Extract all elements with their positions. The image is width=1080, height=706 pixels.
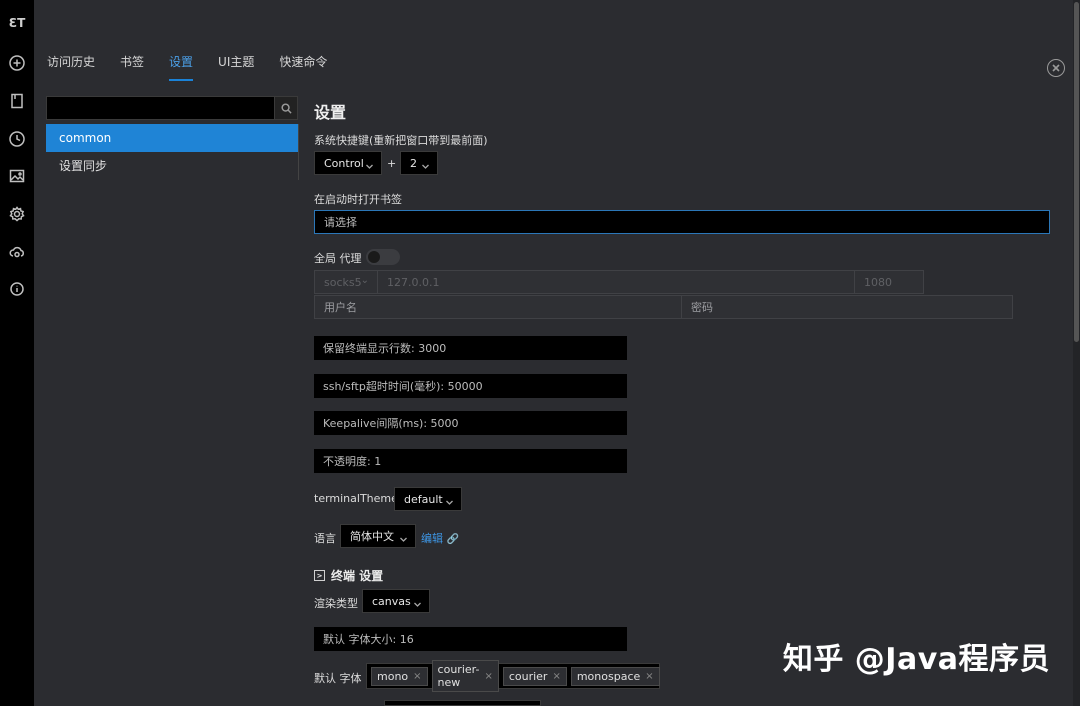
language-select[interactable]: 简体中文	[340, 524, 416, 548]
terminal-settings-title: 终端 设置	[331, 569, 384, 583]
render-type-value: canvas	[372, 594, 411, 608]
logo-icon[interactable]: ƐT	[8, 14, 26, 32]
proxy-label: 全局 代理	[314, 252, 362, 265]
cloud-sync-icon[interactable]	[8, 243, 26, 261]
tab-history[interactable]: 访问历史	[47, 53, 95, 81]
tab-ui-theme[interactable]: UI主题	[218, 53, 254, 81]
chevron-down-icon	[400, 533, 407, 542]
opacity-input[interactable]: 不透明度: 1	[314, 449, 627, 473]
tab-settings[interactable]: 设置	[169, 53, 194, 81]
add-icon[interactable]	[8, 54, 26, 72]
search-input[interactable]	[46, 96, 298, 120]
hotkey-key-value: 2	[410, 156, 417, 170]
tab-bar: 访问历史 书签 设置 UI主题 快速命令	[47, 53, 352, 81]
proxy-type-select[interactable]: socks5 ⌄	[314, 270, 378, 294]
page-title: 设置	[314, 103, 347, 122]
timeout-input[interactable]: ssh/sftp超时时间(毫秒): 50000	[314, 374, 627, 398]
scrollbar-thumb[interactable]	[1074, 2, 1079, 342]
terminal-theme-label: terminalTheme	[314, 492, 398, 505]
settings-icon[interactable]	[8, 205, 26, 223]
logo-text: ƐT	[8, 16, 26, 30]
keepalive-input[interactable]: Keepalive间隔(ms): 5000	[314, 411, 627, 435]
proxy-host-input[interactable]: 127.0.0.1	[377, 270, 855, 294]
sidebar-item-common[interactable]: common	[46, 124, 298, 152]
search-icon	[280, 102, 292, 114]
remove-icon[interactable]: ×	[484, 671, 492, 682]
scrollbar[interactable]	[1073, 0, 1080, 706]
icon-rail: ƐT	[0, 0, 34, 706]
watermark: 知乎 @Java程序员	[782, 642, 1050, 677]
font-tag-label: courier	[508, 669, 548, 683]
font-tag-label: courier-new	[437, 663, 480, 689]
render-type-select[interactable]: canvas	[362, 589, 430, 613]
hotkey-label: 系统快捷键(重新把窗口带到最前面)	[314, 134, 488, 147]
font-family-tags[interactable]: mono × courier-new × courier × monospace ×	[366, 660, 660, 692]
sidebar-item-sync[interactable]: 设置同步	[46, 152, 298, 180]
terminal-icon: >	[314, 570, 325, 581]
hotkey-modifier-select[interactable]: Control	[314, 151, 382, 175]
hotkey-modifier-value: Control	[324, 156, 364, 170]
remove-icon[interactable]: ×	[552, 671, 560, 682]
toggle-knob	[368, 251, 380, 263]
language-label: 语言	[314, 532, 336, 545]
proxy-port-value: 1080	[864, 275, 892, 289]
proxy-username-placeholder: 用户名	[324, 301, 357, 314]
history-icon[interactable]	[8, 130, 26, 148]
sidebar-list: common 设置同步	[46, 124, 298, 180]
proxy-username-input[interactable]: 用户名	[314, 295, 682, 319]
proxy-host-value: 127.0.0.1	[387, 275, 440, 289]
tab-bookmarks[interactable]: 书签	[120, 53, 144, 81]
font-tag-label: monospace	[576, 669, 641, 683]
proxy-password-placeholder: 密码	[691, 301, 713, 314]
image-icon[interactable]	[8, 167, 26, 185]
proxy-port-input[interactable]: 1080	[854, 270, 924, 294]
bookmark-icon[interactable]	[8, 92, 26, 110]
terminal-settings-heading: > 终端 设置	[314, 567, 383, 584]
remove-icon[interactable]: ×	[413, 671, 421, 682]
hotkey-key-select[interactable]: 2	[400, 151, 438, 175]
chevron-down-icon	[422, 160, 429, 169]
link-icon: 🔗	[446, 534, 459, 545]
sidebar-divider	[298, 124, 299, 180]
proxy-password-input[interactable]: 密码	[681, 295, 1013, 319]
chevron-down-icon: ⌄	[360, 275, 369, 286]
hotkey-plus: +	[387, 157, 397, 170]
settings-main: 设置 系统快捷键(重新把窗口带到最前面) Control + 2 在启动时打开书…	[314, 0, 1054, 706]
proxy-type-value: socks5	[324, 275, 362, 289]
settings-panel: 访问历史 书签 设置 UI主题 快速命令 common 设置同步 设置 系统快捷…	[34, 0, 1080, 706]
scrollback-input[interactable]: 保留终端显示行数: 3000	[314, 336, 627, 360]
edit-link-text: 编辑	[421, 532, 443, 545]
timeout-value: ssh/sftp超时时间(毫秒): 50000	[323, 380, 483, 393]
language-value: 简体中文	[350, 530, 394, 543]
startup-bookmark-label: 在启动时打开书签	[314, 193, 402, 206]
scrollback-value: 保留终端显示行数: 3000	[323, 342, 447, 355]
font-tag[interactable]: mono ×	[371, 666, 428, 686]
font-family-label: 默认 字体	[314, 672, 362, 685]
opacity-value: 不透明度: 1	[323, 455, 382, 468]
proxy-toggle[interactable]	[366, 249, 400, 265]
chevron-down-icon	[414, 598, 421, 607]
info-icon[interactable]	[8, 280, 26, 298]
next-field-partial[interactable]	[384, 700, 541, 706]
keepalive-value: Keepalive间隔(ms): 5000	[323, 417, 459, 430]
chevron-down-icon	[446, 496, 453, 505]
font-size-value: 默认 字体大小: 16	[323, 633, 414, 646]
font-size-input[interactable]: 默认 字体大小: 16	[314, 627, 627, 651]
terminal-theme-select[interactable]: default	[394, 487, 462, 511]
render-type-label: 渲染类型	[314, 597, 358, 610]
font-tag[interactable]: courier-new ×	[431, 660, 499, 692]
terminal-theme-value: default	[404, 492, 443, 506]
chevron-down-icon	[366, 160, 373, 169]
font-tag-label: mono	[377, 669, 409, 683]
search-button[interactable]	[274, 97, 297, 119]
font-tag[interactable]: courier ×	[502, 666, 567, 686]
language-edit-link[interactable]: 编辑 🔗	[421, 530, 459, 546]
remove-icon[interactable]: ×	[645, 671, 653, 682]
startup-bookmark-placeholder: 请选择	[324, 216, 357, 229]
font-tag[interactable]: monospace ×	[570, 666, 660, 686]
startup-bookmark-select[interactable]: 请选择	[314, 210, 1050, 234]
